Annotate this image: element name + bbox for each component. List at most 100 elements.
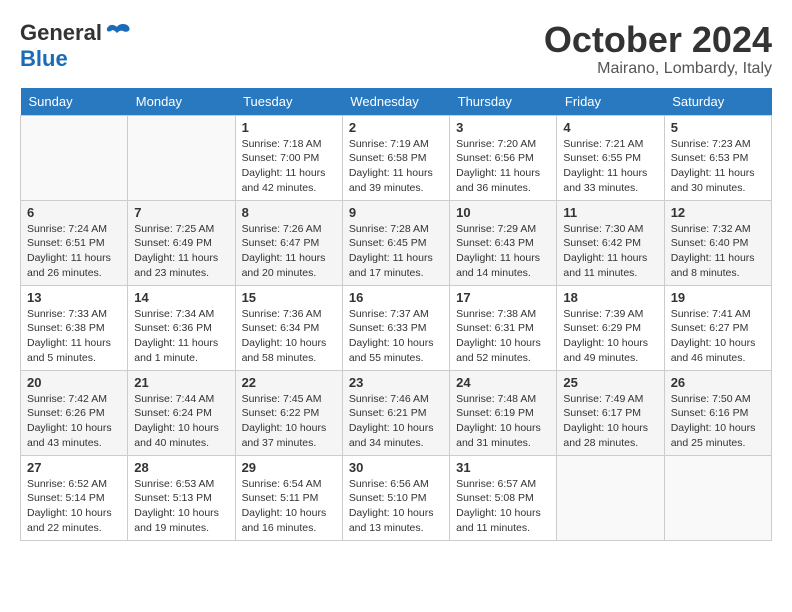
calendar-day-cell: 17 Sunrise: 7:38 AM Sunset: 6:31 PM Dayli…	[450, 285, 557, 370]
logo: General Blue	[20, 20, 132, 72]
calendar-day-cell: 3Sunrise: 7:20 AM Sunset: 6:56 PM Daylig…	[450, 115, 557, 200]
calendar-day-cell: 7 Sunrise: 7:25 AM Sunset: 6:49 PM Daylig…	[128, 200, 235, 285]
day-number: 7	[134, 205, 228, 220]
calendar-day-cell: 20 Sunrise: 7:42 AM Sunset: 6:26 PM Dayli…	[21, 370, 128, 455]
day-number: 24	[456, 375, 550, 390]
day-detail: Sunrise: 6:53 AM Sunset: 5:13 PM Dayligh…	[134, 477, 228, 536]
day-number: 23	[349, 375, 443, 390]
calendar-day-cell	[557, 455, 664, 540]
day-detail: Sunrise: 7:39 AM Sunset: 6:29 PM Dayligh…	[563, 307, 657, 366]
day-of-week-header: Saturday	[664, 88, 771, 116]
day-detail: Sunrise: 7:46 AM Sunset: 6:21 PM Dayligh…	[349, 392, 443, 451]
day-number: 16	[349, 290, 443, 305]
calendar-day-cell: 28Sunrise: 6:53 AM Sunset: 5:13 PM Dayli…	[128, 455, 235, 540]
day-number: 8	[242, 205, 336, 220]
day-number: 20	[27, 375, 121, 390]
day-number: 14	[134, 290, 228, 305]
day-number: 2	[349, 120, 443, 135]
day-of-week-header: Tuesday	[235, 88, 342, 116]
day-detail: Sunrise: 7:18 AM Sunset: 7:00 PM Dayligh…	[242, 137, 336, 196]
calendar-week-row: 20 Sunrise: 7:42 AM Sunset: 6:26 PM Dayli…	[21, 370, 772, 455]
calendar-table: SundayMondayTuesdayWednesdayThursdayFrid…	[20, 88, 772, 541]
calendar-day-cell: 8 Sunrise: 7:26 AM Sunset: 6:47 PM Daylig…	[235, 200, 342, 285]
day-detail: Sunrise: 7:37 AM Sunset: 6:33 PM Dayligh…	[349, 307, 443, 366]
calendar-day-cell: 21 Sunrise: 7:44 AM Sunset: 6:24 PM Dayli…	[128, 370, 235, 455]
day-of-week-header: Sunday	[21, 88, 128, 116]
calendar-day-cell: 30 Sunrise: 6:56 AM Sunset: 5:10 PM Dayli…	[342, 455, 449, 540]
day-of-week-header: Thursday	[450, 88, 557, 116]
logo-blue-word: Blue	[20, 46, 68, 72]
calendar-day-cell	[21, 115, 128, 200]
day-number: 31	[456, 460, 550, 475]
day-number: 26	[671, 375, 765, 390]
calendar-week-row: 13 Sunrise: 7:33 AM Sunset: 6:38 PM Dayli…	[21, 285, 772, 370]
day-of-week-header: Wednesday	[342, 88, 449, 116]
calendar-day-cell	[664, 455, 771, 540]
day-number: 25	[563, 375, 657, 390]
day-number: 30	[349, 460, 443, 475]
day-number: 12	[671, 205, 765, 220]
day-detail: Sunrise: 7:29 AM Sunset: 6:43 PM Dayligh…	[456, 222, 550, 281]
day-detail: Sunrise: 7:23 AM Sunset: 6:53 PM Dayligh…	[671, 137, 765, 196]
calendar-day-cell: 29Sunrise: 6:54 AM Sunset: 5:11 PM Dayli…	[235, 455, 342, 540]
day-number: 6	[27, 205, 121, 220]
day-detail: Sunrise: 7:41 AM Sunset: 6:27 PM Dayligh…	[671, 307, 765, 366]
day-detail: Sunrise: 6:57 AM Sunset: 5:08 PM Dayligh…	[456, 477, 550, 536]
day-detail: Sunrise: 7:34 AM Sunset: 6:36 PM Dayligh…	[134, 307, 228, 366]
day-number: 29	[242, 460, 336, 475]
calendar-week-row: 1Sunrise: 7:18 AM Sunset: 7:00 PM Daylig…	[21, 115, 772, 200]
day-detail: Sunrise: 7:38 AM Sunset: 6:31 PM Dayligh…	[456, 307, 550, 366]
day-number: 15	[242, 290, 336, 305]
day-detail: Sunrise: 6:52 AM Sunset: 5:14 PM Dayligh…	[27, 477, 121, 536]
day-detail: Sunrise: 7:49 AM Sunset: 6:17 PM Dayligh…	[563, 392, 657, 451]
calendar-day-cell: 6 Sunrise: 7:24 AM Sunset: 6:51 PM Daylig…	[21, 200, 128, 285]
calendar-day-cell: 22Sunrise: 7:45 AM Sunset: 6:22 PM Dayli…	[235, 370, 342, 455]
day-detail: Sunrise: 7:19 AM Sunset: 6:58 PM Dayligh…	[349, 137, 443, 196]
day-detail: Sunrise: 7:26 AM Sunset: 6:47 PM Dayligh…	[242, 222, 336, 281]
day-number: 5	[671, 120, 765, 135]
day-detail: Sunrise: 7:44 AM Sunset: 6:24 PM Dayligh…	[134, 392, 228, 451]
day-number: 13	[27, 290, 121, 305]
day-number: 10	[456, 205, 550, 220]
day-number: 4	[563, 120, 657, 135]
calendar-day-cell: 16 Sunrise: 7:37 AM Sunset: 6:33 PM Dayli…	[342, 285, 449, 370]
location-text: Mairano, Lombardy, Italy	[544, 60, 772, 78]
title-block: October 2024 Mairano, Lombardy, Italy	[544, 20, 772, 78]
day-number: 17	[456, 290, 550, 305]
day-number: 21	[134, 375, 228, 390]
calendar-day-cell: 9Sunrise: 7:28 AM Sunset: 6:45 PM Daylig…	[342, 200, 449, 285]
page-header: General Blue October 2024 Mairano, Lomba…	[20, 20, 772, 78]
day-detail: Sunrise: 7:24 AM Sunset: 6:51 PM Dayligh…	[27, 222, 121, 281]
calendar-week-row: 6 Sunrise: 7:24 AM Sunset: 6:51 PM Daylig…	[21, 200, 772, 285]
day-of-week-header: Monday	[128, 88, 235, 116]
day-number: 19	[671, 290, 765, 305]
calendar-header-row: SundayMondayTuesdayWednesdayThursdayFrid…	[21, 88, 772, 116]
calendar-day-cell: 27 Sunrise: 6:52 AM Sunset: 5:14 PM Dayli…	[21, 455, 128, 540]
calendar-week-row: 27 Sunrise: 6:52 AM Sunset: 5:14 PM Dayli…	[21, 455, 772, 540]
day-detail: Sunrise: 7:28 AM Sunset: 6:45 PM Dayligh…	[349, 222, 443, 281]
calendar-day-cell: 23 Sunrise: 7:46 AM Sunset: 6:21 PM Dayli…	[342, 370, 449, 455]
calendar-day-cell: 10 Sunrise: 7:29 AM Sunset: 6:43 PM Dayli…	[450, 200, 557, 285]
calendar-day-cell: 2 Sunrise: 7:19 AM Sunset: 6:58 PM Daylig…	[342, 115, 449, 200]
calendar-day-cell: 25 Sunrise: 7:49 AM Sunset: 6:17 PM Dayli…	[557, 370, 664, 455]
day-detail: Sunrise: 7:25 AM Sunset: 6:49 PM Dayligh…	[134, 222, 228, 281]
day-number: 27	[27, 460, 121, 475]
day-detail: Sunrise: 7:21 AM Sunset: 6:55 PM Dayligh…	[563, 137, 657, 196]
day-number: 11	[563, 205, 657, 220]
calendar-day-cell: 1Sunrise: 7:18 AM Sunset: 7:00 PM Daylig…	[235, 115, 342, 200]
calendar-day-cell: 18 Sunrise: 7:39 AM Sunset: 6:29 PM Dayli…	[557, 285, 664, 370]
calendar-day-cell: 15Sunrise: 7:36 AM Sunset: 6:34 PM Dayli…	[235, 285, 342, 370]
day-detail: Sunrise: 6:56 AM Sunset: 5:10 PM Dayligh…	[349, 477, 443, 536]
day-number: 18	[563, 290, 657, 305]
day-detail: Sunrise: 7:48 AM Sunset: 6:19 PM Dayligh…	[456, 392, 550, 451]
day-detail: Sunrise: 7:33 AM Sunset: 6:38 PM Dayligh…	[27, 307, 121, 366]
calendar-day-cell: 26 Sunrise: 7:50 AM Sunset: 6:16 PM Dayli…	[664, 370, 771, 455]
calendar-day-cell: 14 Sunrise: 7:34 AM Sunset: 6:36 PM Dayli…	[128, 285, 235, 370]
day-detail: Sunrise: 7:50 AM Sunset: 6:16 PM Dayligh…	[671, 392, 765, 451]
calendar-day-cell: 4 Sunrise: 7:21 AM Sunset: 6:55 PM Daylig…	[557, 115, 664, 200]
calendar-day-cell: 13 Sunrise: 7:33 AM Sunset: 6:38 PM Dayli…	[21, 285, 128, 370]
calendar-day-cell: 24 Sunrise: 7:48 AM Sunset: 6:19 PM Dayli…	[450, 370, 557, 455]
day-detail: Sunrise: 7:42 AM Sunset: 6:26 PM Dayligh…	[27, 392, 121, 451]
calendar-day-cell: 11Sunrise: 7:30 AM Sunset: 6:42 PM Dayli…	[557, 200, 664, 285]
calendar-day-cell: 19 Sunrise: 7:41 AM Sunset: 6:27 PM Dayli…	[664, 285, 771, 370]
